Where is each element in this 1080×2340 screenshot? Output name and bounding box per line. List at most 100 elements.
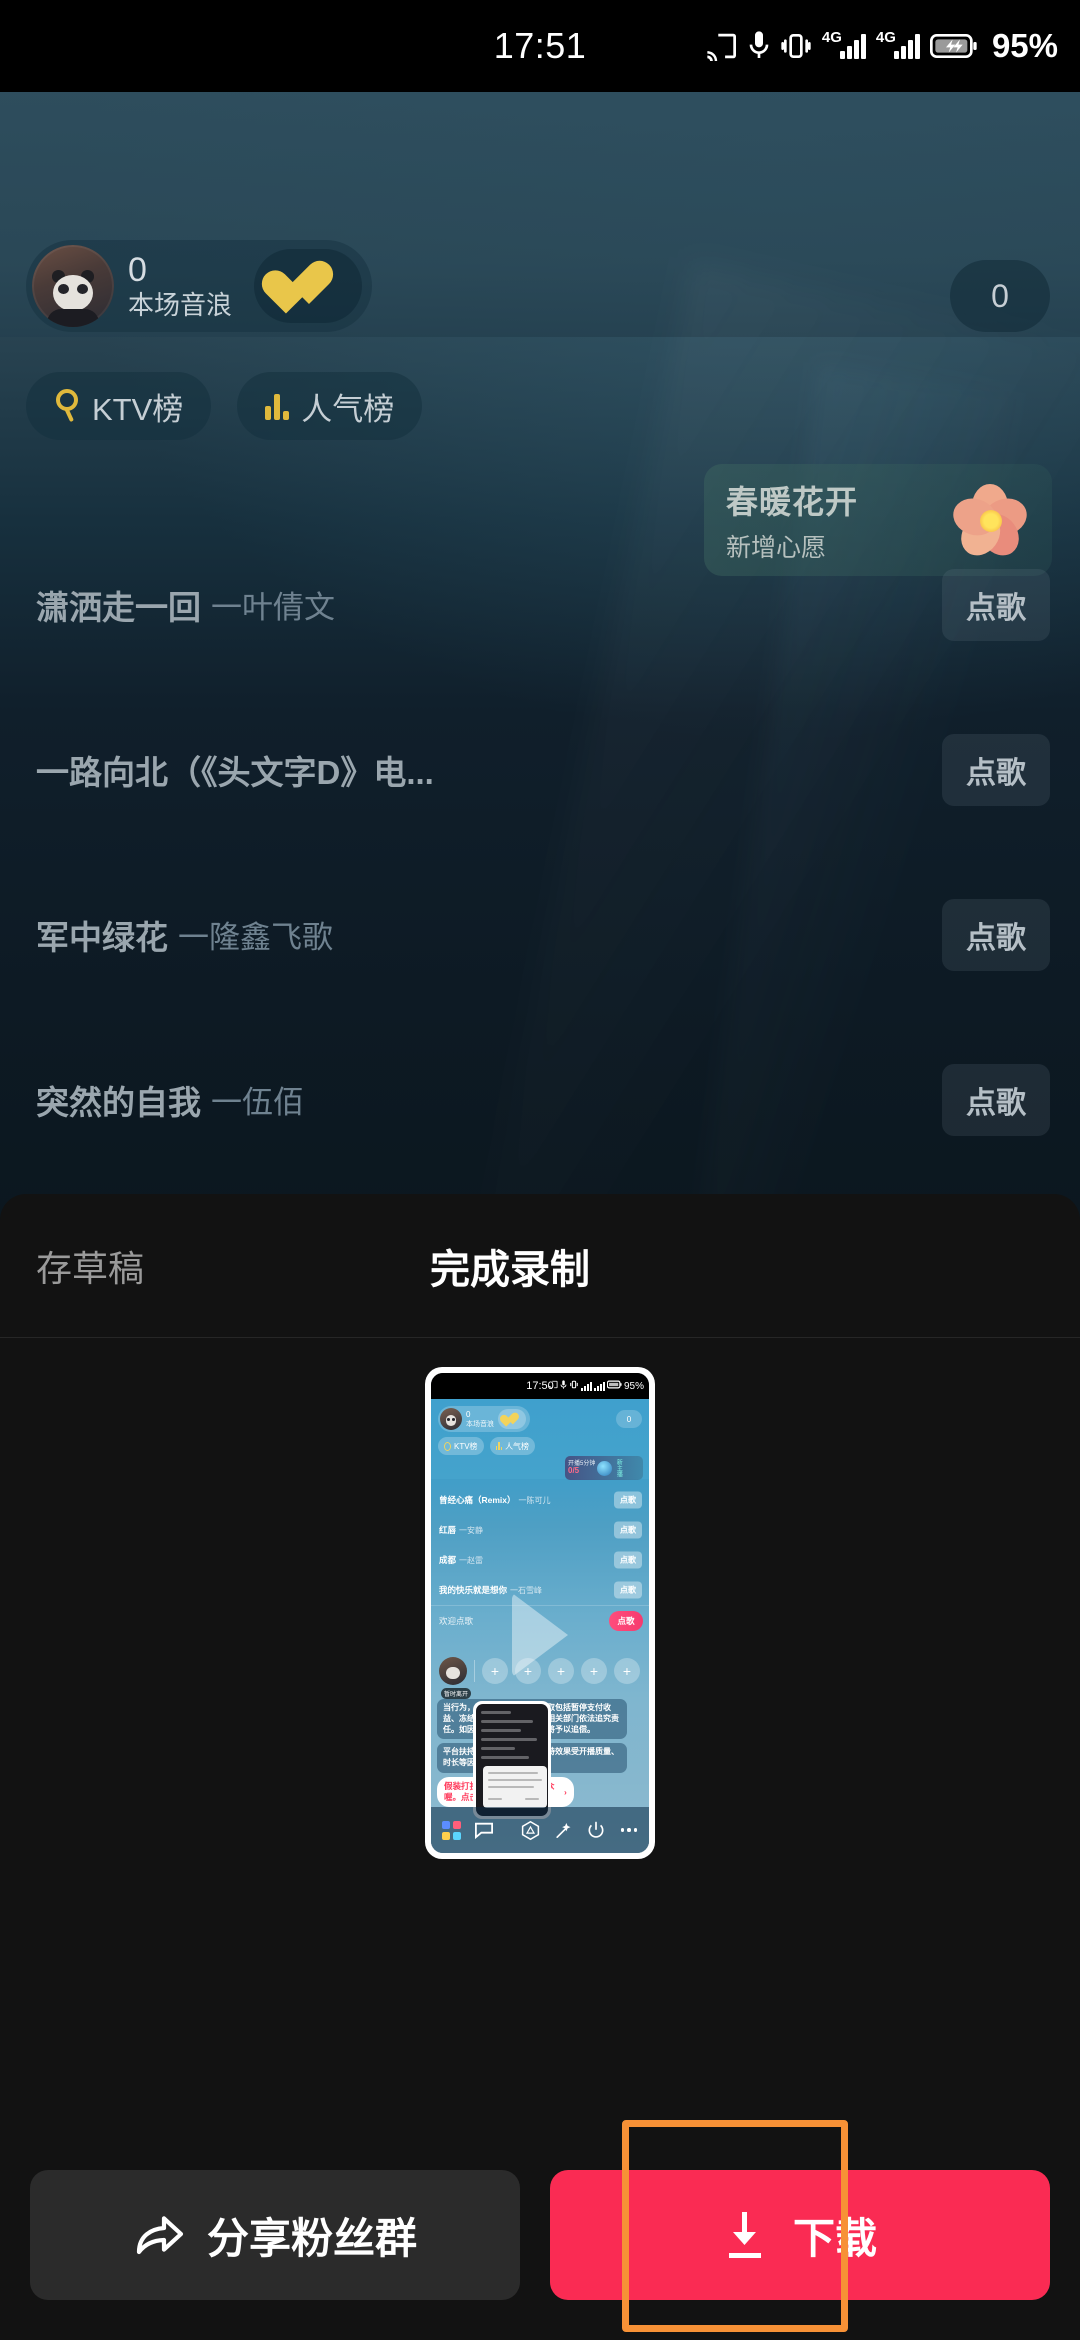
preview-promo-text: 开播5分钟 0/5 <box>568 1461 595 1476</box>
download-button[interactable]: 下载 <box>550 2170 1050 2300</box>
song-list-item[interactable]: 军中绿花 一隆鑫飞歌 点歌 <box>0 882 1080 987</box>
preview-song-item: 成都 一赵雷 点歌 <box>431 1545 649 1575</box>
preview-song-artist: 一陈可儿 <box>518 1495 551 1505</box>
sheet-header: 存草稿 完成录制 <box>0 1194 1080 1338</box>
song-title: 一路向北（《头文字D》电... <box>36 753 434 791</box>
preview-battery-percent: 95% <box>623 1380 644 1392</box>
preview-rank-ktv: KTV榜 <box>438 1437 484 1455</box>
cast-icon <box>548 1380 558 1392</box>
song-artist: 一叶倩文 <box>211 590 335 625</box>
song-title: 突然的自我 <box>36 1083 201 1121</box>
song-list-item[interactable]: 突然的自我 一伍佰 点歌 <box>0 1047 1080 1152</box>
preview-request-button: 点歌 <box>614 1551 642 1569</box>
preview-overlay-phone <box>473 1701 551 1819</box>
preview-viewer-count: 0 <box>616 1410 642 1428</box>
power-icon <box>585 1819 607 1841</box>
preview-status-bar: 17:50 95% <box>431 1373 649 1399</box>
preview-rank-popularity: 人气榜 <box>489 1437 536 1455</box>
request-song-button[interactable]: 点歌 <box>942 733 1050 806</box>
share-arrow-icon <box>133 2212 185 2258</box>
preview-request-button: 点歌 <box>614 1521 642 1539</box>
heart-button[interactable] <box>254 249 363 323</box>
rank-button-ktv[interactable]: KTV榜 <box>26 372 212 440</box>
preview-welcome-label: 欢迎点歌 <box>439 1615 474 1626</box>
sheet-title: 完成录制 <box>430 1247 590 1292</box>
apps-grid-icon <box>440 1819 462 1841</box>
magic-wand-icon <box>552 1819 574 1841</box>
battery-percent: 95% <box>991 27 1058 64</box>
preview-rank-popularity-label: 人气榜 <box>505 1441 530 1451</box>
preview-song-item: 曾经心痛（Remix） 一陈可儿 点歌 <box>431 1485 649 1515</box>
preview-promo-card: 开播5分钟 0/5 新主播 <box>565 1456 643 1480</box>
request-song-button[interactable]: 点歌 <box>942 568 1050 641</box>
battery-charging-icon <box>929 32 978 60</box>
microphone-icon <box>54 389 80 423</box>
song-list-item[interactable]: 潇洒走一回 一叶倩文 点歌 <box>0 552 1080 657</box>
song-list-item[interactable]: 一路向北（《头文字D》电... 点歌 <box>0 717 1080 822</box>
network-type-2: 4G <box>875 28 896 46</box>
signal-icon-2: 4G <box>875 28 920 59</box>
hexagon-icon <box>519 1819 541 1841</box>
preview-song-title: 曾经心痛（Remix） <box>439 1495 516 1505</box>
download-arrow-icon <box>723 2212 767 2258</box>
preview-rank-ktv-label: KTV榜 <box>454 1441 478 1451</box>
video-preview[interactable]: 17:50 95% 0 本场音浪 0 KTV榜 人气榜 开播5分钟 0/5 新主… <box>426 1368 654 1858</box>
chevron-right-icon: › <box>563 1786 567 1797</box>
rank-button-popularity[interactable]: 人气榜 <box>237 372 423 440</box>
preview-seat-avatar <box>439 1657 467 1685</box>
preview-heart-button <box>498 1409 526 1429</box>
preview-phone-frame: 17:50 95% 0 本场音浪 0 KTV榜 人气榜 开播5分钟 0/5 新主… <box>426 1368 654 1858</box>
vibrate-icon <box>569 1380 579 1392</box>
heart-icon <box>282 262 334 310</box>
share-to-fan-group-label: 分享粉丝群 <box>206 2214 417 2262</box>
host-avatar[interactable] <box>32 245 114 327</box>
sound-wave-info: 0 本场音浪 <box>128 252 233 321</box>
chat-bubble-icon <box>473 1819 495 1841</box>
play-triangle-icon[interactable] <box>512 1593 568 1678</box>
preview-overlay-dialog <box>483 1766 547 1808</box>
request-song-button[interactable]: 点歌 <box>942 1063 1050 1136</box>
more-dots-icon <box>618 1819 640 1841</box>
preview-screen: 17:50 95% 0 本场音浪 0 KTV榜 人气榜 开播5分钟 0/5 新主… <box>431 1373 649 1853</box>
rank-button-popularity-label: 人气榜 <box>301 391 395 427</box>
preview-seat-divider <box>474 1660 475 1682</box>
wish-card-text: 春暖花开 新增心愿 <box>726 477 940 564</box>
screen-root: 17:51 4G 4G 95% 0 本场音浪 0 KTV榜 人气榜 春暖花开 新… <box>0 0 1080 2340</box>
download-label: 下载 <box>792 2214 877 2262</box>
preview-song-artist: 一安静 <box>459 1525 484 1535</box>
bar-chart-icon <box>495 1442 503 1450</box>
preview-sound-wave-count: 0 <box>466 1409 471 1419</box>
preview-song-artist: 一赵雷 <box>459 1555 484 1565</box>
preview-promo-line2: 0/5 <box>568 1465 580 1475</box>
song-artist: 一伍佰 <box>211 1085 304 1120</box>
bar-chart-icon <box>265 392 290 420</box>
request-song-button[interactable]: 点歌 <box>942 898 1050 971</box>
song-title: 潇洒走一回 <box>36 588 201 626</box>
preview-bottom-toolbar <box>431 1807 649 1853</box>
preview-song-title: 成都 <box>439 1555 457 1565</box>
preview-song-title: 红唇 <box>439 1525 457 1535</box>
viewer-count-chip[interactable]: 0 <box>950 260 1050 332</box>
status-bar: 17:51 4G 4G 95% <box>0 0 1080 92</box>
microphone-icon <box>748 30 770 62</box>
preview-welcome-button: 点歌 <box>609 1610 643 1631</box>
preview-promo-dial-icon <box>597 1460 613 1476</box>
share-to-fan-group-button[interactable]: 分享粉丝群 <box>30 2170 520 2300</box>
recording-complete-sheet: 存草稿 完成录制 17:50 95% 0 本场音浪 0 KTV榜 人气榜 开播5… <box>0 1194 1080 2340</box>
host-info-pill[interactable]: 0 本场音浪 <box>26 240 373 332</box>
signal-icon-1 <box>580 1381 592 1391</box>
rank-button-ktv-label: KTV榜 <box>92 391 184 427</box>
sound-wave-label: 本场音浪 <box>128 290 233 321</box>
preview-seat-plus: + <box>482 1658 508 1684</box>
preview-seat-badge: 暂时离开 <box>441 1688 472 1699</box>
preview-seat-plus: + <box>581 1658 607 1684</box>
cast-icon <box>704 31 738 61</box>
flower-icon <box>948 480 1032 564</box>
wish-card-title: 春暖花开 <box>726 483 859 520</box>
preview-host-pill: 0 本场音浪 <box>438 1406 530 1432</box>
microphone-icon <box>444 1441 451 1451</box>
preview-sound-wave-info: 0 本场音浪 <box>466 1409 494 1428</box>
preview-promo-side-label: 新主播 <box>615 1459 622 1477</box>
rank-buttons-row: KTV榜 人气榜 <box>26 372 423 440</box>
preview-sound-wave-label: 本场音浪 <box>466 1420 494 1428</box>
